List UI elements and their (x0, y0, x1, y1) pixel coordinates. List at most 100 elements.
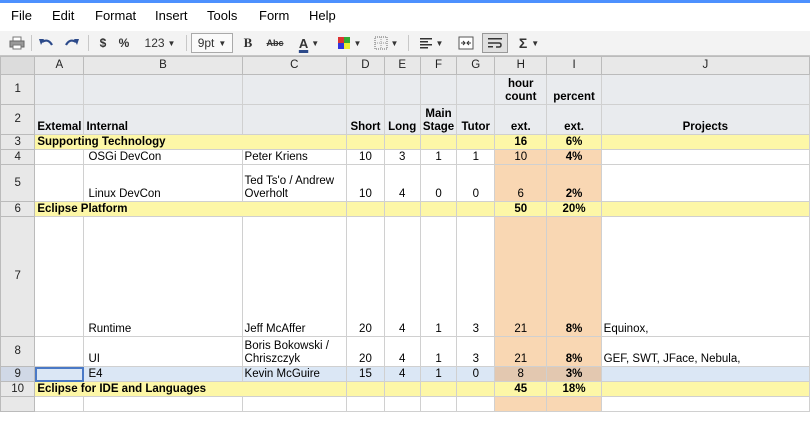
menu-insert[interactable]: Insert (155, 8, 188, 23)
row-header[interactable]: 9 (0, 366, 36, 382)
row-header[interactable]: 10 (0, 381, 36, 397)
cell[interactable]: E4 (83, 366, 243, 382)
cell[interactable]: 4% (546, 149, 602, 165)
cell[interactable] (83, 396, 243, 412)
cell[interactable] (419, 381, 458, 397)
row-header[interactable]: 7 (0, 216, 36, 337)
wrap-text-button[interactable] (482, 33, 508, 53)
cell[interactable]: 3 (456, 336, 496, 367)
cell-internal-header[interactable]: Internal (83, 104, 243, 135)
cell[interactable]: 20 (346, 216, 385, 337)
menu-edit[interactable]: Edit (52, 8, 74, 23)
cell[interactable] (383, 134, 421, 150)
cell-tutor-header[interactable]: Tutor (456, 104, 496, 135)
cell[interactable] (34, 74, 85, 105)
cell[interactable] (83, 74, 243, 105)
cell[interactable] (600, 201, 810, 217)
cell[interactable] (546, 396, 602, 412)
cell[interactable] (34, 164, 85, 202)
number-format-dropdown[interactable]: 123 ▼ (139, 33, 181, 53)
cell[interactable] (419, 396, 458, 412)
column-header-i[interactable]: I (546, 56, 602, 75)
cell[interactable]: 6% (546, 134, 602, 150)
column-header-d[interactable]: D (346, 56, 385, 75)
cell[interactable]: 1 (419, 366, 458, 382)
cell[interactable]: 4 (383, 164, 421, 202)
column-header-e[interactable]: E (383, 56, 421, 75)
cell[interactable]: 10 (346, 149, 385, 165)
section-label[interactable]: Eclipse for IDE and Languages (34, 381, 348, 397)
cell[interactable]: 0 (419, 164, 458, 202)
cell[interactable] (600, 366, 810, 382)
menu-form[interactable]: Form (259, 8, 289, 23)
cell[interactable] (34, 336, 85, 367)
cell[interactable] (456, 396, 496, 412)
text-color-button[interactable]: A ▼ (293, 33, 325, 53)
cell[interactable] (456, 134, 496, 150)
cell[interactable] (383, 201, 421, 217)
cell-short-header[interactable]: Short (346, 104, 385, 135)
cell[interactable] (456, 201, 496, 217)
cell[interactable] (346, 74, 385, 105)
currency-format-button[interactable]: $ (94, 33, 112, 53)
cell[interactable]: 0 (456, 164, 496, 202)
cell[interactable]: Linux DevCon (83, 164, 243, 202)
cell[interactable] (600, 381, 810, 397)
cell[interactable] (346, 134, 385, 150)
cell-percent-header[interactable]: percent (546, 74, 602, 105)
cell[interactable] (34, 216, 85, 337)
cell[interactable]: UI (83, 336, 243, 367)
cell[interactable]: 15 (346, 366, 385, 382)
column-header-j[interactable]: J (600, 56, 810, 75)
cell[interactable]: 3% (546, 366, 602, 382)
merge-cells-button[interactable] (454, 33, 478, 53)
row-header[interactable]: 6 (0, 201, 36, 217)
cell[interactable]: 4 (383, 216, 421, 337)
cell[interactable] (600, 149, 810, 165)
row-header[interactable]: 8 (0, 336, 36, 367)
cell[interactable]: 21 (494, 216, 548, 337)
cell[interactable]: 16 (494, 134, 548, 150)
cell[interactable]: 8 (494, 366, 548, 382)
cell[interactable]: 0 (456, 366, 496, 382)
column-header-b[interactable]: B (83, 56, 243, 75)
menu-help[interactable]: Help (309, 8, 336, 23)
cell[interactable] (383, 396, 421, 412)
cell[interactable]: Peter Kriens (241, 149, 348, 165)
cell[interactable] (494, 396, 548, 412)
cell[interactable]: 3 (456, 216, 496, 337)
column-header-f[interactable]: F (419, 56, 458, 75)
cell[interactable]: 18% (546, 381, 602, 397)
row-header[interactable]: 1 (0, 74, 36, 105)
cell[interactable]: 6 (494, 164, 548, 202)
cell-main-stage-header[interactable]: Main Stage (419, 104, 458, 135)
row-header[interactable]: 4 (0, 149, 36, 165)
row-header[interactable]: 3 (0, 134, 36, 150)
cell[interactable] (241, 74, 348, 105)
menu-tools[interactable]: Tools (207, 8, 237, 23)
menu-format[interactable]: Format (95, 8, 136, 23)
row-header[interactable]: 5 (0, 164, 36, 202)
align-button[interactable]: ▼ (414, 33, 448, 53)
cell[interactable]: 8% (546, 336, 602, 367)
cell[interactable]: 4 (383, 336, 421, 367)
cell-long-header[interactable]: Long (383, 104, 421, 135)
cell[interactable]: 8% (546, 216, 602, 337)
cell[interactable]: 50 (494, 201, 548, 217)
section-label[interactable]: Supporting Technology (34, 134, 348, 150)
cell[interactable]: 1 (419, 336, 458, 367)
cell[interactable] (34, 149, 85, 165)
cell[interactable] (600, 74, 810, 105)
menu-file[interactable]: File (11, 8, 32, 23)
cell-active[interactable] (34, 366, 85, 382)
cell[interactable] (383, 74, 421, 105)
cell[interactable]: 3 (383, 149, 421, 165)
cell[interactable]: 10 (494, 149, 548, 165)
cell[interactable]: Equinox, (600, 216, 810, 337)
cell-hour-count-header[interactable]: hour count (494, 74, 548, 105)
cell[interactable]: 20 (346, 336, 385, 367)
column-header-a[interactable]: A (34, 56, 85, 75)
cell[interactable] (346, 396, 385, 412)
bold-button[interactable]: B (238, 33, 258, 53)
print-button[interactable] (6, 33, 28, 53)
